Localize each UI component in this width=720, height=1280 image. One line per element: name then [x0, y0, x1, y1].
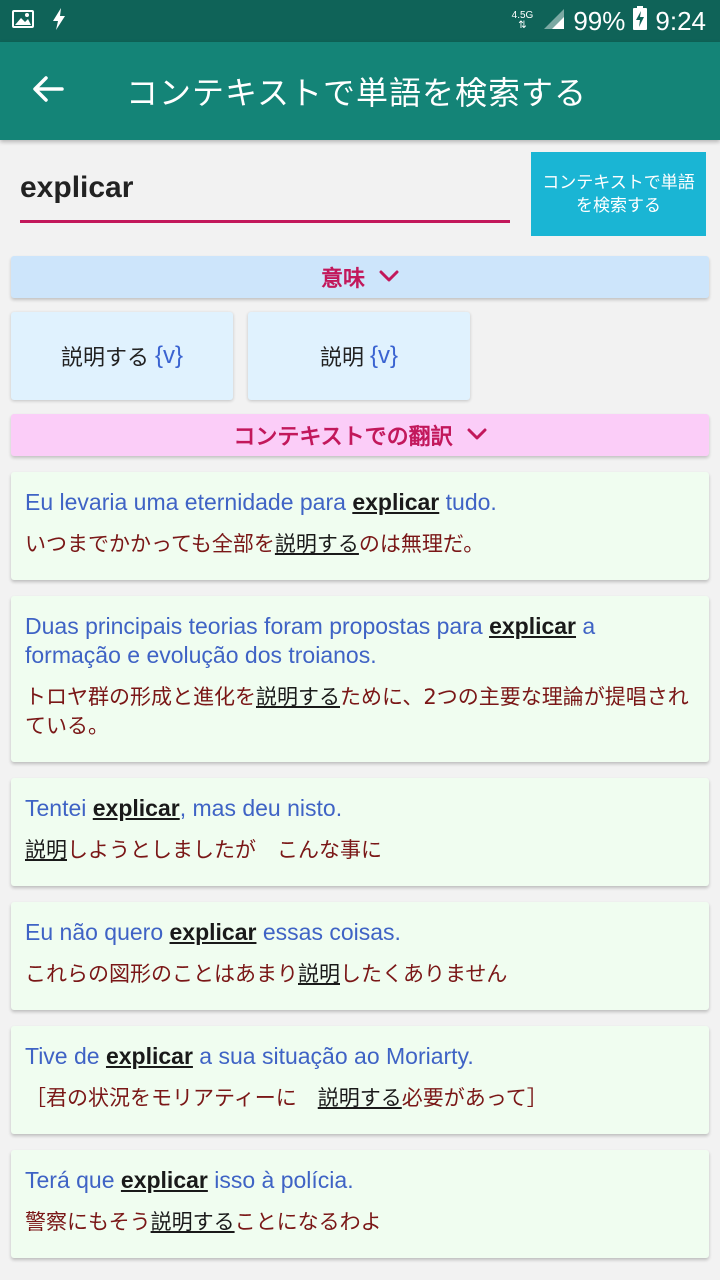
keyword: explicar [105, 1043, 193, 1069]
part-of-speech: {v} [369, 342, 399, 369]
translated-sentence: 警察にもそう説明することになるわよ [25, 1210, 382, 1234]
battery-charging-icon [633, 5, 648, 37]
source-sentence: Tive de explicar a sua situação ao Moria… [25, 1043, 474, 1069]
chevron-down-icon [379, 265, 399, 290]
meaning-chip[interactable]: 説明する {v} [11, 312, 233, 400]
part-of-speech: {v} [154, 342, 184, 369]
source-sentence: Eu levaria uma eternidade para explicar … [25, 489, 497, 515]
keyword: 説明する [317, 1086, 402, 1110]
meaning-chip[interactable]: 説明 {v} [248, 312, 470, 400]
search-input[interactable] [20, 160, 510, 216]
example-card[interactable]: Duas principais teorias foram propostas … [11, 596, 709, 762]
translated-sentence: 説明しようとしましたが こんな事に [25, 838, 382, 862]
flash-icon [52, 8, 66, 34]
keyword: explicar [169, 919, 257, 945]
keyword: explicar [120, 1167, 208, 1193]
search-field[interactable] [20, 160, 510, 223]
image-icon [12, 10, 34, 32]
search-in-context-button[interactable]: コンテキストで単語を検索する [531, 152, 706, 236]
meaning-section-label: 意味 [320, 267, 365, 292]
translated-sentence: トロヤ群の形成と進化を説明するために、2つの主要な理論が提唱されている。 [25, 685, 689, 738]
source-sentence: Terá que explicar isso à polícia. [25, 1167, 354, 1193]
translated-sentence: いつまでかかっても全部を説明するのは無理だ。 [25, 532, 485, 556]
meaning-word: 説明 [319, 346, 364, 371]
context-section-label: コンテキストでの翻訳 [233, 425, 453, 450]
example-card[interactable]: Terá que explicar isso à polícia. 警察にもそう… [11, 1150, 709, 1258]
example-card[interactable]: Tentei explicar, mas deu nisto. 説明しようとしま… [11, 778, 709, 886]
keyword: explicar [352, 489, 440, 515]
keyword: explicar [489, 613, 577, 639]
translated-sentence: これらの図形のことはあまり説明したくありません [25, 962, 508, 986]
app-bar: コンテキストで単語を検索する [0, 42, 720, 140]
signal-icon [543, 6, 565, 37]
keyword: 説明 [298, 962, 340, 986]
source-sentence: Tentei explicar, mas deu nisto. [25, 795, 343, 821]
keyword: 説明する [274, 532, 359, 556]
status-bar: 4.5G ⇅ 99% 9:24 [0, 0, 720, 42]
keyword: 説明 [25, 838, 67, 862]
example-card[interactable]: Tive de explicar a sua situação ao Moria… [11, 1026, 709, 1134]
arrow-left-icon [32, 75, 64, 107]
source-sentence: Duas principais teorias foram propostas … [25, 613, 596, 668]
example-card[interactable]: Eu não quero explicar essas coisas. これらの… [11, 902, 709, 1010]
context-section-header[interactable]: コンテキストでの翻訳 [11, 414, 709, 456]
source-sentence: Eu não quero explicar essas coisas. [25, 919, 401, 945]
example-card[interactable]: Eu levaria uma eternidade para explicar … [11, 472, 709, 580]
network-type: 4.5G ⇅ [511, 10, 534, 31]
back-button[interactable] [0, 42, 96, 140]
meaning-word: 説明する [60, 346, 149, 371]
meaning-section-header[interactable]: 意味 [11, 256, 709, 298]
keyword: 説明する [150, 1210, 235, 1234]
page-title: コンテキストで単語を検索する [126, 74, 588, 112]
battery-level: 99% [573, 5, 626, 36]
translated-sentence: ［君の状況をモリアティーに 説明する必要があって］ [25, 1086, 548, 1110]
keyword: 説明する [256, 685, 340, 709]
clock: 9:24 [655, 5, 706, 36]
keyword: explicar [92, 795, 180, 821]
chevron-down-icon [467, 423, 487, 448]
